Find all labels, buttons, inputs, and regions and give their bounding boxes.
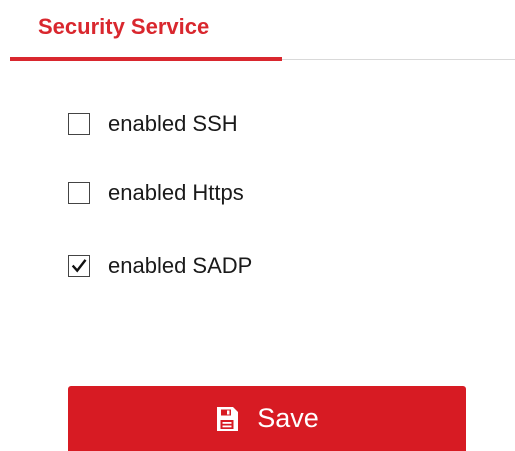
tab-label: Security Service: [38, 14, 210, 39]
option-label-ssh: enabled SSH: [108, 111, 238, 136]
save-icon: [215, 406, 239, 432]
option-ssh[interactable]: enabled SSH: [68, 109, 238, 139]
tab-bar: Security Service: [0, 0, 515, 62]
tab-security-service[interactable]: Security Service: [10, 0, 282, 61]
https-checkbox[interactable]: [68, 182, 90, 204]
tab-active-indicator: [10, 57, 282, 61]
save-button-label: Save: [257, 403, 319, 433]
save-button[interactable]: Save: [68, 386, 466, 451]
ssh-checkbox[interactable]: [68, 113, 90, 135]
option-label-https: enabled Https: [108, 180, 244, 205]
option-https[interactable]: enabled Https: [68, 178, 244, 208]
checkmark-icon: [71, 259, 87, 273]
option-label-sadp: enabled SADP: [108, 253, 253, 278]
option-sadp[interactable]: enabled SADP: [68, 251, 252, 281]
sadp-checkbox[interactable]: [68, 255, 90, 277]
